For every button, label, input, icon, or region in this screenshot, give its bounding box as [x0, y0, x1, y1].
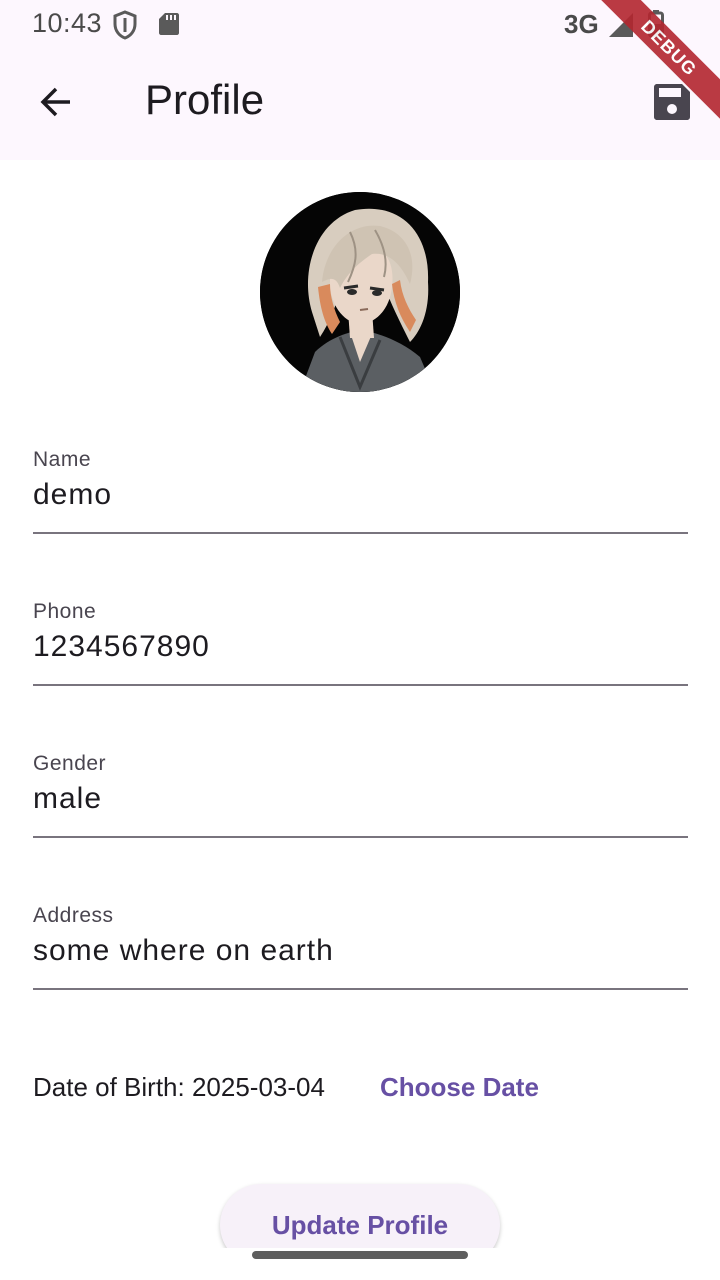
arrow-back-icon [38, 84, 74, 125]
choose-date-button[interactable]: Choose Date [380, 1072, 539, 1103]
gender-input[interactable] [33, 782, 683, 816]
gesture-nav-handle[interactable] [252, 1251, 468, 1259]
profile-screen: 10:43 3G Profile DEBUG Name demo Phone 1… [0, 0, 720, 1280]
address-label: Address [33, 904, 114, 927]
battery-icon [648, 10, 664, 43]
avatar-illustration [260, 192, 460, 392]
save-icon [653, 83, 691, 126]
phone-label: Phone [33, 600, 97, 623]
signal-icon [608, 12, 634, 43]
name-underline [33, 532, 688, 534]
name-field[interactable]: Name [33, 448, 688, 548]
dob-text: Date of Birth: 2025-03-04 [33, 1072, 325, 1102]
name-input[interactable] [33, 478, 683, 512]
status-bar: 10:43 3G [0, 0, 720, 48]
sd-card-icon [158, 12, 180, 41]
address-input[interactable] [33, 934, 683, 968]
shield-icon [112, 10, 138, 45]
save-button[interactable] [640, 72, 704, 136]
phone-field[interactable]: Phone [33, 600, 688, 700]
back-button[interactable] [24, 72, 88, 136]
avatar[interactable] [260, 192, 460, 392]
status-time: 10:43 [32, 8, 103, 38]
update-profile-label: Update Profile [271, 1209, 449, 1240]
gender-field[interactable]: Gender [33, 752, 688, 852]
page-title: Profile [145, 76, 265, 123]
gender-label: Gender [33, 752, 107, 775]
address-underline [33, 988, 688, 990]
phone-input[interactable] [33, 630, 683, 664]
name-label: Name [33, 448, 92, 471]
gender-underline [33, 836, 688, 838]
phone-underline [33, 684, 688, 686]
app-bar: Profile [0, 48, 720, 160]
network-type: 3G [564, 9, 599, 39]
address-field[interactable]: Address [33, 904, 688, 1004]
